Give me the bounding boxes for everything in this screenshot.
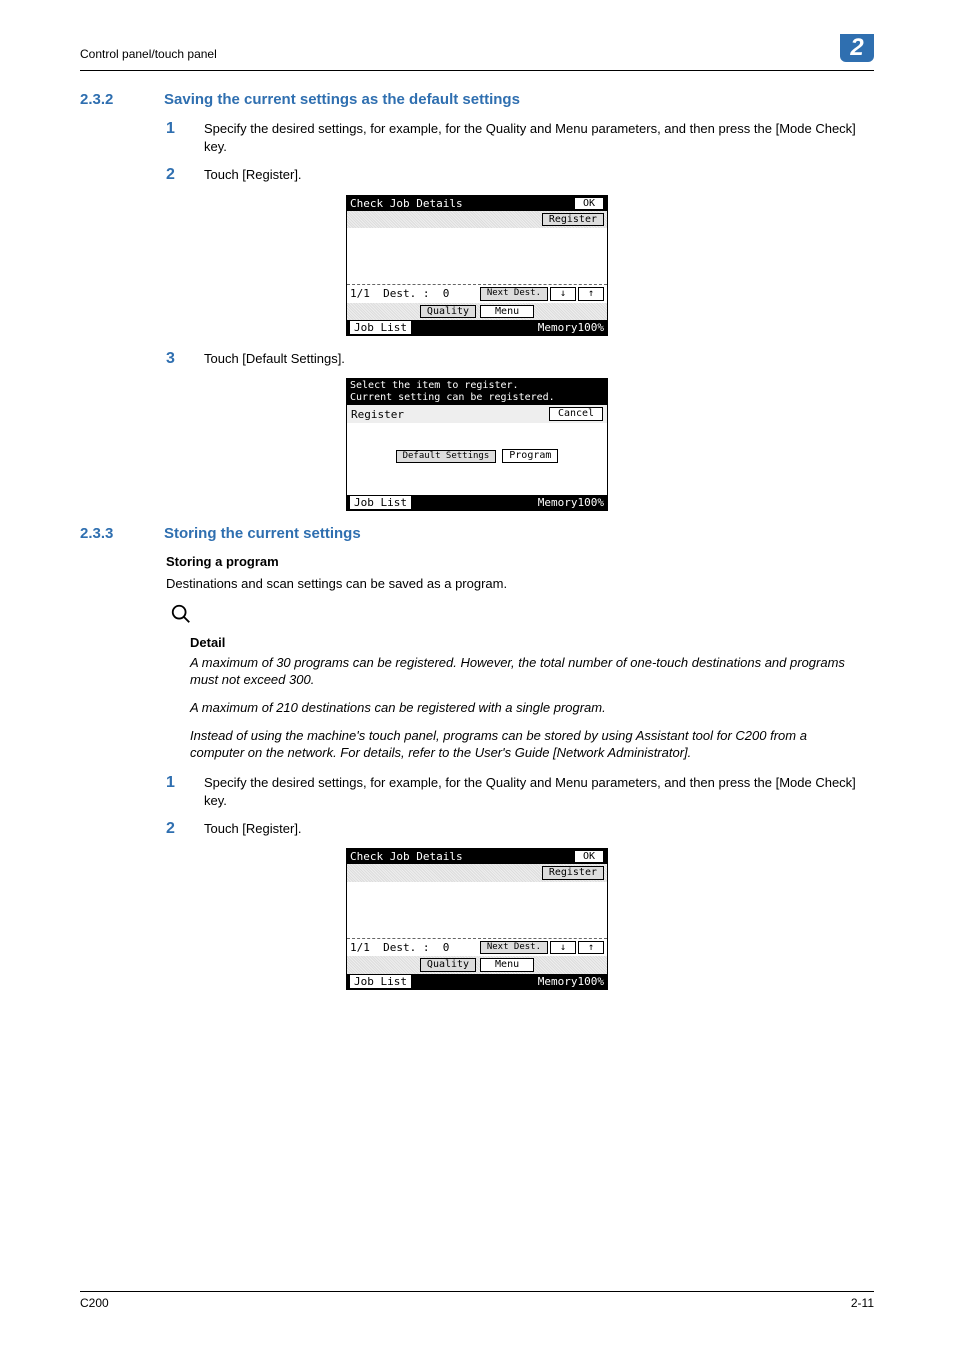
step-number: 1 (166, 120, 184, 156)
step-text: Touch [Default Settings]. (204, 350, 345, 368)
register-label: Register (351, 408, 404, 421)
joblist-button[interactable]: Job List (350, 321, 411, 334)
detail-text: Instead of using the machine's touch pan… (190, 727, 860, 762)
lcd-title: Check Job Details (350, 850, 463, 863)
model-label: C200 (80, 1296, 109, 1310)
lcd-message: Current setting can be registered. (350, 392, 604, 404)
step-number: 1 (166, 774, 184, 810)
joblist-button[interactable]: Job List (350, 975, 411, 988)
memory-status: Memory100% (538, 321, 604, 334)
quality-button[interactable]: Quality (420, 305, 476, 319)
dest-info: 1/1 Dest. : 0 (350, 941, 449, 954)
lcd-check-job: Check Job Details OK Register 1/1 Dest. … (346, 848, 608, 990)
register-button[interactable]: Register (542, 213, 604, 227)
arrow-up-button[interactable]: ↑ (578, 287, 604, 301)
section-title: Storing the current settings (164, 525, 361, 542)
next-dest-button[interactable]: Next Dest. (480, 941, 548, 955)
dest-info: 1/1 Dest. : 0 (350, 287, 449, 300)
chapter-number: 2 (840, 34, 874, 62)
lcd-message: Select the item to register. (350, 380, 604, 392)
next-dest-button[interactable]: Next Dest. (480, 287, 548, 301)
page-header: Control panel/touch panel 2 (80, 40, 874, 71)
step-text: Touch [Register]. (204, 166, 302, 184)
lcd-title: Check Job Details (350, 197, 463, 210)
magnifier-icon (170, 603, 874, 625)
default-settings-button[interactable]: Default Settings (396, 450, 497, 462)
lcd-check-job: Check Job Details OK Register 1/1 Dest. … (346, 195, 608, 337)
cancel-button[interactable]: Cancel (549, 407, 603, 421)
detail-text: A maximum of 210 destinations can be reg… (190, 699, 860, 717)
step-text: Specify the desired settings, for exampl… (204, 774, 874, 810)
page-number: 2-11 (851, 1296, 874, 1310)
ok-button[interactable]: OK (574, 850, 604, 863)
detail-text: A maximum of 30 programs can be register… (190, 654, 860, 689)
breadcrumb: Control panel/touch panel (80, 47, 217, 61)
memory-status: Memory100% (538, 496, 604, 509)
step-text: Touch [Register]. (204, 820, 302, 838)
menu-button[interactable]: Menu (480, 958, 534, 972)
menu-button[interactable]: Menu (480, 305, 534, 319)
step-number: 2 (166, 820, 184, 838)
lcd-register: Select the item to register. Current set… (346, 378, 608, 511)
step-number: 3 (166, 350, 184, 368)
ok-button[interactable]: OK (574, 197, 604, 210)
body-text: Destinations and scan settings can be sa… (166, 575, 866, 593)
joblist-button[interactable]: Job List (350, 496, 411, 509)
page-footer: C200 2-11 (80, 1291, 874, 1310)
section-number: 2.3.3 (80, 525, 136, 542)
arrow-up-button[interactable]: ↑ (578, 941, 604, 955)
section-number: 2.3.2 (80, 91, 136, 108)
step-text: Specify the desired settings, for exampl… (204, 120, 874, 156)
detail-heading: Detail (190, 635, 860, 650)
section-title: Saving the current settings as the defau… (164, 91, 520, 108)
arrow-down-button[interactable]: ↓ (550, 941, 576, 955)
program-button[interactable]: Program (502, 449, 558, 463)
memory-status: Memory100% (538, 975, 604, 988)
arrow-down-button[interactable]: ↓ (550, 287, 576, 301)
register-button[interactable]: Register (542, 866, 604, 880)
step-number: 2 (166, 166, 184, 184)
quality-button[interactable]: Quality (420, 958, 476, 972)
subheading: Storing a program (166, 554, 874, 569)
